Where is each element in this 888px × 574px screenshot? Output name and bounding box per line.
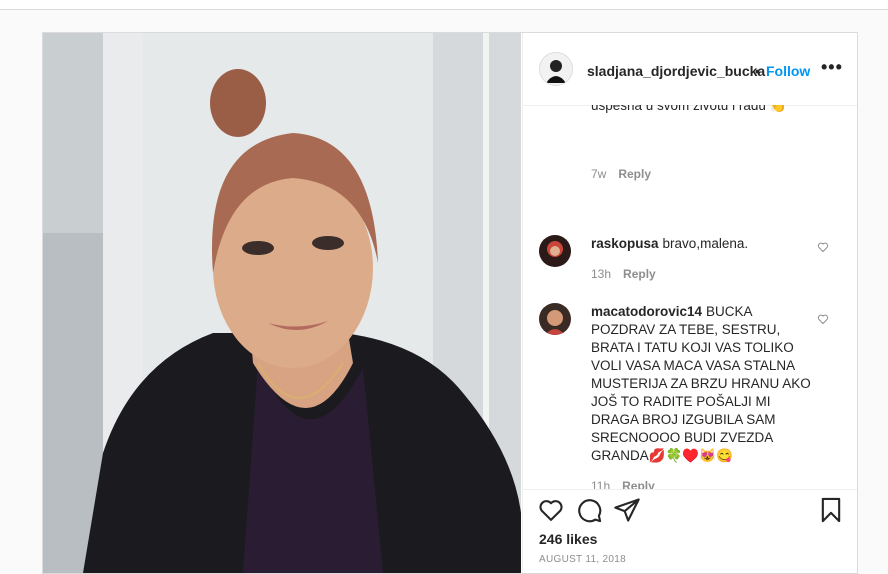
reply-button[interactable]: Reply [623,267,656,281]
avatar-image [540,53,572,85]
commenter-avatar[interactable] [539,303,571,335]
commenter-avatar[interactable] [539,235,571,267]
comment-item: macatodorovic14 BUCKA POZDRAV ZA TEBE, SE… [539,303,839,489]
author-username[interactable]: sladjana_djordjevic_bucka [587,63,765,79]
comment-item: raskopusa bravo,malena. 13h Reply [539,235,839,285]
comment-time: 13h [591,267,612,281]
commenter-avatar-image [539,303,571,335]
separator-dot: • [755,63,760,79]
heart-icon[interactable] [537,496,565,524]
top-navigation-bar [0,0,888,10]
post-actions-bar: 246 likes AUGUST 11, 2018 [523,489,857,573]
more-options-button[interactable]: ••• [821,57,843,78]
comment-username[interactable]: macatodorovic14 [591,304,702,319]
comment-text: brankapavlicapI čestitam, navijala sam z… [591,105,817,115]
reply-button[interactable]: Reply [618,167,651,181]
bookmark-icon[interactable] [817,496,845,524]
comment-time: 7w [591,167,607,181]
comment-meta: 7w Reply [591,167,651,181]
comment-body: BUCKA POZDRAV ZA TEBE, SESTRU, BRATA I T… [591,304,811,463]
post-side-panel: sladjana_djordjevic_bucka • Follow ••• b… [522,33,857,573]
author-avatar[interactable] [539,52,573,86]
post-photo[interactable] [43,33,521,573]
post-dialog: sladjana_djordjevic_bucka • Follow ••• b… [42,32,858,574]
comment-body: bravo,malena. [662,236,749,251]
comment-text: macatodorovic14 BUCKA POZDRAV ZA TEBE, SE… [591,303,817,465]
commenter-avatar-image [539,235,571,267]
comment-time: 11h [591,479,611,489]
comment-like-heart-icon[interactable] [817,313,829,325]
comment-text: raskopusa bravo,malena. [591,235,817,253]
share-icon[interactable] [613,496,641,524]
likes-count[interactable]: 246 likes [539,531,597,547]
comments-list[interactable]: brankapavlicapI čestitam, navijala sam z… [523,105,857,489]
selfie-photo-image [43,33,521,573]
comment-like-heart-icon[interactable] [817,241,829,253]
comment-username[interactable]: raskopusa [591,236,659,251]
comment-meta: 13h Reply [591,267,656,281]
comment-meta: 11h Reply [591,479,655,489]
follow-button[interactable]: Follow [766,63,810,79]
comment-icon[interactable] [575,496,603,524]
post-header: sladjana_djordjevic_bucka • Follow ••• [523,33,857,106]
comment-item: brankapavlicapI čestitam, navijala sam z… [539,105,839,181]
reply-button[interactable]: Reply [622,479,655,489]
comment-body: I čestitam, navijala sam za tebe, drago … [591,105,787,113]
